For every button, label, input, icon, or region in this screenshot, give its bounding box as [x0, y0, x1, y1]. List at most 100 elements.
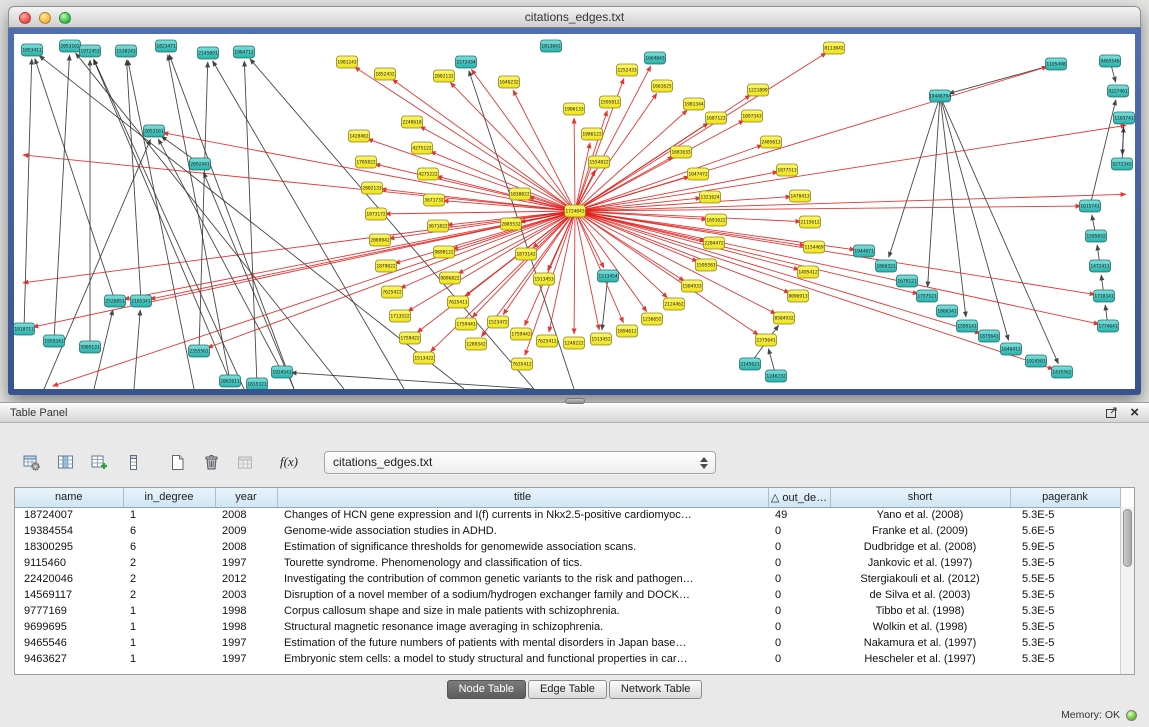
network-node[interactable]: 1866341: [937, 305, 958, 317]
network-node[interactable]: 1879022: [376, 260, 397, 272]
network-node[interactable]: 1495412: [798, 266, 819, 278]
table-row[interactable]: 977716911998Corpus callosum shape and si…: [15, 603, 1120, 619]
network-node[interactable]: 3671822: [428, 220, 449, 232]
network-node[interactable]: 1321624: [700, 191, 721, 203]
network-node[interactable]: 2062611: [220, 375, 241, 387]
table-scrollbar[interactable]: [1120, 507, 1134, 674]
window-titlebar[interactable]: citations_edges.txt: [8, 6, 1141, 28]
network-node[interactable]: 1894612: [617, 325, 638, 337]
column-header-in_degree[interactable]: in_degree: [123, 488, 215, 507]
zoom-window-button[interactable]: [59, 12, 71, 24]
network-node[interactable]: 1661625: [652, 80, 673, 92]
network-node[interactable]: 1289342: [466, 338, 487, 350]
network-node[interactable]: 7625411: [448, 296, 469, 308]
network-node[interactable]: 1513453: [534, 273, 555, 285]
network-node[interactable]: 1959341: [44, 335, 65, 347]
network-canvas[interactable]: 1853411205316219724531530243182347121450…: [14, 34, 1135, 389]
network-node[interactable]: 1873142: [516, 248, 537, 260]
table-row[interactable]: 1830029562008Estimation of significance …: [15, 539, 1120, 555]
network-node[interactable]: 1713522: [390, 310, 411, 322]
network-node[interactable]: 1103741: [1114, 112, 1135, 124]
network-node[interactable]: 1478413: [790, 190, 811, 202]
network-node[interactable]: 2115612: [800, 216, 821, 228]
network-node[interactable]: 2092441: [190, 158, 211, 170]
network-node[interactable]: 1774641: [1098, 320, 1119, 332]
float-panel-icon[interactable]: [1105, 406, 1118, 419]
network-node[interactable]: 2204472: [704, 237, 725, 249]
network-node[interactable]: 1513422: [414, 352, 435, 364]
function-builder-icon[interactable]: f(x): [274, 448, 304, 476]
network-node[interactable]: 1681633: [671, 146, 692, 158]
network-node[interactable]: 1504933: [682, 280, 703, 292]
network-node[interactable]: 1823471: [156, 40, 177, 52]
new-column-icon[interactable]: [84, 448, 114, 476]
network-node[interactable]: 2145621: [740, 358, 761, 370]
table-row[interactable]: 946362711997Embryonic stem cells: a mode…: [15, 651, 1120, 667]
network-node[interactable]: 2375641: [756, 334, 777, 346]
network-node[interactable]: 1679121: [897, 275, 918, 287]
network-node[interactable]: 2185341: [131, 295, 152, 307]
table-row[interactable]: 969969511998Structural magnetic resonanc…: [15, 619, 1120, 635]
network-node[interactable]: 1646412: [1001, 343, 1022, 355]
table-row[interactable]: 1872400712008Changes of HCN gene express…: [15, 507, 1120, 523]
network-node[interactable]: 1944871: [854, 245, 875, 257]
network-node[interactable]: 1815321: [247, 378, 268, 389]
network-node[interactable]: 9272345: [1112, 158, 1133, 170]
network-node[interactable]: 2145091: [198, 47, 219, 59]
table-row[interactable]: 946554611997Estimation of the future num…: [15, 635, 1120, 651]
network-node[interactable]: 1904712: [234, 46, 255, 58]
network-node[interactable]: 2124462: [664, 298, 685, 310]
network-node[interactable]: 1687123: [706, 112, 727, 124]
network-node[interactable]: 1972453: [80, 45, 101, 57]
network-node[interactable]: 1759422: [400, 332, 421, 344]
network-node[interactable]: 2085532: [501, 218, 522, 230]
network-node[interactable]: 1595583: [696, 259, 717, 271]
network-node[interactable]: 1236652: [642, 313, 663, 325]
network-node[interactable]: 1595832: [1086, 230, 1107, 242]
network-node[interactable]: 9898122: [434, 246, 455, 258]
tab-node-table[interactable]: Node Table: [447, 680, 526, 699]
network-node[interactable]: 1105498: [1046, 58, 1067, 70]
network-node[interactable]: 1097343: [742, 110, 763, 122]
network-node[interactable]: 1523472: [488, 316, 509, 328]
delete-table-icon[interactable]: [196, 448, 226, 476]
network-node[interactable]: 1724043: [565, 205, 586, 217]
network-node[interactable]: 8113042: [824, 42, 845, 54]
network-node[interactable]: 2485013: [761, 136, 782, 148]
network-node[interactable]: 1664043: [645, 52, 666, 64]
network-node[interactable]: 1530243: [116, 45, 137, 57]
network-node[interactable]: 1813042: [541, 40, 562, 52]
table-scrollbar-thumb[interactable]: [1123, 509, 1132, 567]
network-node[interactable]: 1981344: [684, 98, 705, 110]
network-node[interactable]: 1924541: [272, 366, 293, 378]
network-node[interactable]: 1759442: [511, 328, 532, 340]
network-node[interactable]: 1906133: [564, 103, 585, 115]
tab-network-table[interactable]: Network Table: [609, 680, 703, 699]
network-node[interactable]: 1818711: [14, 323, 35, 335]
network-node[interactable]: 1595141: [957, 320, 978, 332]
network-node[interactable]: 9096822: [440, 272, 461, 284]
network-node[interactable]: 1513454: [598, 270, 619, 282]
network-node[interactable]: 1221899: [748, 84, 769, 96]
column-header-year[interactable]: year: [215, 488, 277, 507]
network-node[interactable]: 1873172: [366, 208, 387, 220]
table-row[interactable]: 1938455462009Genome-wide association stu…: [15, 523, 1120, 539]
network-node[interactable]: 1759441: [456, 318, 477, 330]
new-table-icon[interactable]: [162, 448, 192, 476]
network-node[interactable]: 1691622: [706, 214, 727, 226]
network-node[interactable]: 1248222: [564, 337, 585, 349]
network-node[interactable]: 1513452: [591, 333, 612, 345]
network-node[interactable]: 7625412: [537, 335, 558, 347]
network-node[interactable]: 1924501: [1026, 355, 1047, 367]
table-row[interactable]: 1456911722003Disruption of a novel membe…: [15, 587, 1120, 603]
network-node[interactable]: 1595812: [600, 96, 621, 108]
network-node[interactable]: 8504932: [774, 312, 795, 324]
network-node[interactable]: 1986122: [582, 128, 603, 140]
table-selector-dropdown[interactable]: citations_edges.txt: [324, 451, 716, 474]
network-node[interactable]: 1901243: [337, 56, 358, 68]
network-node[interactable]: 19448794: [929, 90, 951, 102]
network-node[interactable]: 1252433: [617, 64, 638, 76]
network-node[interactable]: 1830022: [510, 188, 531, 200]
column-list-icon[interactable]: [118, 448, 148, 476]
column-header-name[interactable]: name: [15, 488, 123, 507]
